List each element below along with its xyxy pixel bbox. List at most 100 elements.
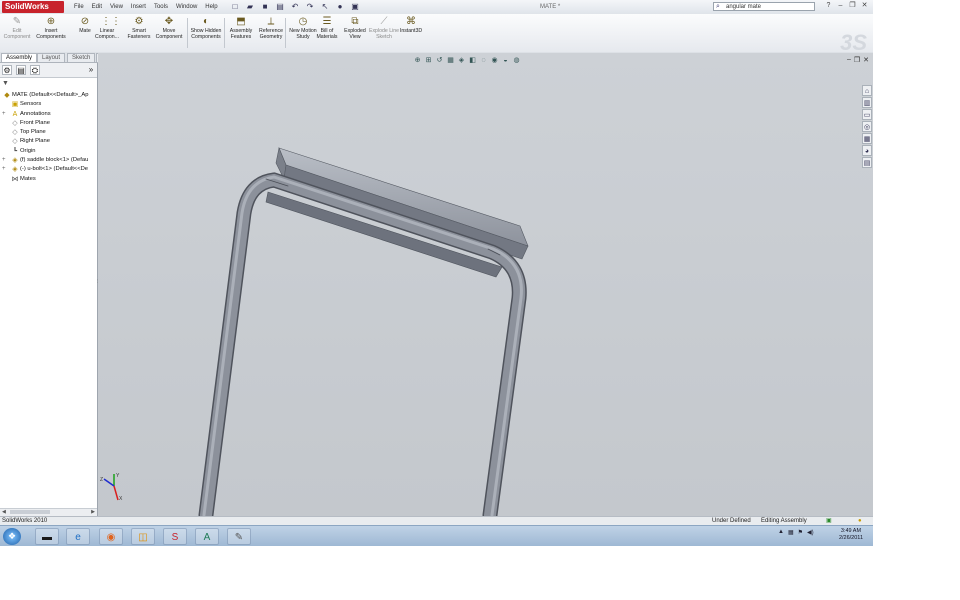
menu-file[interactable]: File [70,0,88,14]
u-bolt-model[interactable]: Y Z X [98,53,873,516]
tree-item-label: Mates [20,175,36,182]
open-folder-icon[interactable]: ▰ [244,1,256,12]
command-label: Edit Component [3,28,31,40]
tree-item[interactable]: ◇ Top Plane [0,128,97,137]
volume-icon[interactable]: ◀) [807,529,814,536]
feature-tree-icon[interactable]: ⚙ [2,65,12,75]
tree-item[interactable]: ◇ Right Plane [0,137,97,146]
move-component-button[interactable]: ✥ Move Component [154,16,184,52]
tree-item-label: MATE (Default<<Default>_Ap [12,92,89,98]
insert-components-button[interactable]: ⊕ Insert Components [36,16,66,52]
scroll-left-icon[interactable]: ◀ [2,509,6,515]
move-component-icon: ✥ [164,16,174,27]
plane-icon: ◇ [12,129,18,137]
tab-sketch[interactable]: Sketch [67,53,96,62]
linear-pattern-icon: ⋮⋮ [101,16,121,27]
assembly-features-icon: ⬒ [236,16,246,27]
tree-item[interactable]: ⋈ Mates [0,175,97,184]
menu-edit[interactable]: Edit [88,0,106,14]
command-label: Assembly Features [229,28,253,40]
command-label: Exploded View [344,28,366,40]
taskbar-windows-explorer-icon[interactable]: ▬ [35,528,59,545]
command-label: Mate [79,28,91,34]
title-bar: SolidWorks File Edit View Insert Tools Window… [0,0,873,15]
command-label: Show Hidden Components [190,28,222,40]
taskbar-solidworks-icon[interactable]: S [163,528,187,545]
smart-fasteners-button[interactable]: ⚙ Smart Fasteners [124,16,154,52]
menu-window[interactable]: Window [172,0,201,14]
feature-manager: ⚙ ▤ ⛭ » ▼ ◆ MATE (Default<<Default>_Ap ▣ Se… [0,63,98,516]
windows-taskbar: ❖ ▬ e ◉ ◫ S A ✎ ▲ ▦ ⚑ ◀) 3:49 AM 2/26/20… [0,525,873,546]
exploded-view-icon: ⧉ [351,16,359,27]
taskbar-tool-icon[interactable]: ✎ [227,528,251,545]
tree-item[interactable]: + ◈ (-) u-bolt<1> (Default<<De [0,165,97,174]
linear-compon-button[interactable]: ⋮⋮ Linear Compon... [92,16,122,52]
minimize-icon[interactable]: – [836,1,845,11]
tree-item[interactable]: + ◈ (f) saddle block<1> (Defau [0,156,97,165]
tree-item[interactable]: ▣ Sensors [0,100,97,109]
undo-icon[interactable]: ↶ [289,1,301,12]
restore-icon[interactable]: ❐ [848,1,857,11]
feature-manager-toolbar: ⚙ ▤ ⛭ » [0,63,97,78]
graphics-area[interactable]: ⊕ ⊞ ↺ ▦ ◈ ◧ ◌ ◉ ◒ ◍ – ❐ ✕ ⌂ ▥ ▭ ◎ ▦ ◕ ▤ [98,53,873,516]
tree-item[interactable]: ◇ Front Plane [0,119,97,128]
rebuild-icon[interactable]: ● [334,1,346,12]
exploded-view-button[interactable]: ⧉ Exploded View [340,16,370,52]
scroll-thumb[interactable] [10,510,50,514]
taskbar-outlook-icon[interactable]: ◫ [131,528,155,545]
save-icon[interactable]: ■ [259,1,271,12]
tree-item[interactable]: ◆ MATE (Default<<Default>_Ap [0,91,97,100]
explode-line-sketch-button[interactable]: ⟋ Explode Line Sketch [369,16,399,52]
start-button-icon[interactable]: ❖ [3,528,21,545]
expand-icon[interactable]: + [2,110,6,119]
menu-insert[interactable]: Insert [127,0,150,14]
menu-tools[interactable]: Tools [150,0,172,14]
scroll-right-icon[interactable]: ▶ [91,509,95,515]
command-label: Bill of Materials [316,28,338,40]
show-hidden-components-button[interactable]: ◐ Show Hidden Components [190,16,222,52]
tab-assembly[interactable]: Assembly [1,53,38,62]
redo-icon[interactable]: ↷ [304,1,316,12]
edit-component-button[interactable]: ✎ Edit Component [2,16,32,52]
show-hidden-icons-icon[interactable]: ▲ [778,529,784,536]
help-icon[interactable]: ? [824,1,833,11]
reference-geometry-button[interactable]: ⟂ Reference Geometry [256,16,286,52]
motion-study-icon: ◷ [298,16,308,27]
taskbar-internet-explorer-icon[interactable]: e [66,528,90,545]
filter-icon[interactable]: ▼ [2,80,9,87]
tree-item[interactable]: ┗ Origin [0,147,97,156]
tree-item[interactable]: + A Annotations [0,110,97,119]
menu-help[interactable]: Help [201,0,221,14]
bill-of-materials-button[interactable]: ☰ Bill of Materials [312,16,342,52]
print-icon[interactable]: ▤ [274,1,286,12]
select-icon[interactable]: ↖ [319,1,331,12]
close-icon[interactable]: ✕ [860,1,869,11]
taskbar-firefox-icon[interactable]: ◉ [99,528,123,545]
expand-icon[interactable]: + [2,156,6,165]
options-icon[interactable]: ▣ [349,1,361,12]
reference-geometry-icon: ⟂ [267,16,275,27]
tree-item-label: Top Plane [20,129,46,136]
taskbar-app-icon[interactable]: A [195,528,219,545]
tree-item-label: Front Plane [20,119,50,126]
expand-panel-icon[interactable]: » [86,65,96,75]
solidworks-logo[interactable]: SolidWorks [2,1,64,13]
menu-bar: File Edit View Insert Tools Window Help [70,0,222,14]
search-input[interactable]: ⌕ angular mate [713,2,815,11]
document-title: MATE * [540,4,561,10]
flag-icon[interactable]: ⚑ [798,529,803,536]
assembly-features-button[interactable]: ⬒ Assembly Features [226,16,256,52]
expand-icon[interactable]: + [2,165,6,174]
menu-view[interactable]: View [106,0,127,14]
instant3d-button[interactable]: ⌘ Instant3D [396,16,426,52]
new-document-icon[interactable]: □ [229,1,241,12]
network-icon[interactable]: ▦ [788,529,794,536]
clock[interactable]: 3:49 AM 2/26/2011 [839,528,863,542]
quick-access-toolbar: □ ▰ ■ ▤ ↶ ↷ ↖ ● ▣ [229,1,361,13]
command-label: Linear Compon... [95,28,119,40]
system-tray: ▲ ▦ ⚑ ◀) [778,529,814,536]
horizontal-scrollbar[interactable]: ◀ ▶ [0,508,97,516]
configuration-manager-icon[interactable]: ⛭ [30,65,40,75]
tab-layout[interactable]: Layout [37,53,66,62]
property-manager-icon[interactable]: ▤ [16,65,26,75]
